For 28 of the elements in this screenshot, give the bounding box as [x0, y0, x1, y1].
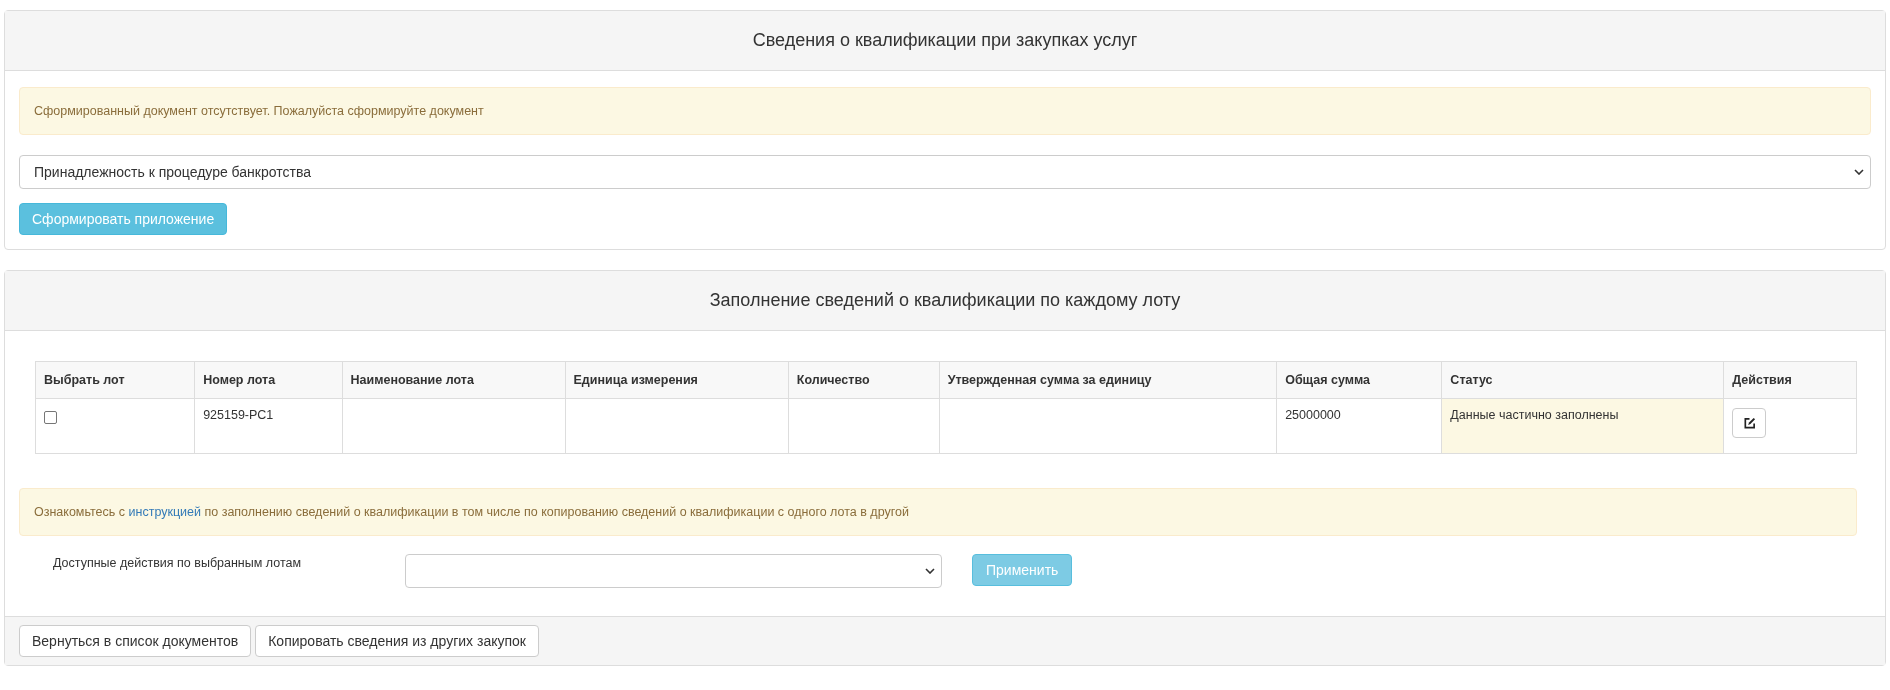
table-cell: 925159-РС1	[194, 398, 343, 454]
column-header: Единица измерения	[565, 361, 789, 399]
panel-title: Заполнение сведений о квалификации по каждому лоту	[709, 290, 1181, 311]
table-cell: 25000000	[1276, 398, 1442, 454]
actions-label: Доступные действия по выбранным лотам	[53, 555, 303, 570]
warning-alert: Сформированный документ отсутствует. Пожалуйста сформируйте документ	[19, 87, 1871, 135]
chevron-down-icon	[1854, 169, 1864, 175]
alert-text: Ознакомьтесь с	[34, 505, 126, 519]
status-cell: Данные частично заполнены	[1441, 398, 1724, 454]
dropdown-value: Принадлежность к процедуре банкротства	[34, 164, 311, 180]
column-header: Статус	[1441, 361, 1724, 399]
column-header: Количество	[788, 361, 940, 399]
edit-button[interactable]	[1732, 408, 1767, 438]
column-header: Наименование лота	[342, 361, 565, 399]
footer-button[interactable]: Вернуться в список документов	[19, 625, 252, 657]
checkbox[interactable]	[44, 411, 57, 424]
alert-text: по заполнению сведений о квалификации в том числе по копированию сведений о квалификации с одного лота в другой	[204, 505, 909, 519]
chevron-down-icon	[925, 568, 935, 574]
dropdown-select[interactable]: Принадлежность к процедуре банкротства	[19, 155, 1871, 189]
instruction-link[interactable]: инструкцией	[128, 505, 201, 519]
column-header: Действия	[1723, 361, 1857, 399]
column-header: Утвержденная сумма за единицу	[939, 361, 1277, 399]
column-header: Выбрать лот	[35, 361, 195, 399]
edit-icon	[1742, 416, 1756, 430]
footer-button[interactable]: Копировать сведения из других закупок	[255, 625, 539, 657]
panel-title: Сведения о квалификации при закупках услуг	[752, 30, 1138, 51]
column-header: Номер лота	[194, 361, 343, 399]
column-header: Общая сумма	[1276, 361, 1442, 399]
